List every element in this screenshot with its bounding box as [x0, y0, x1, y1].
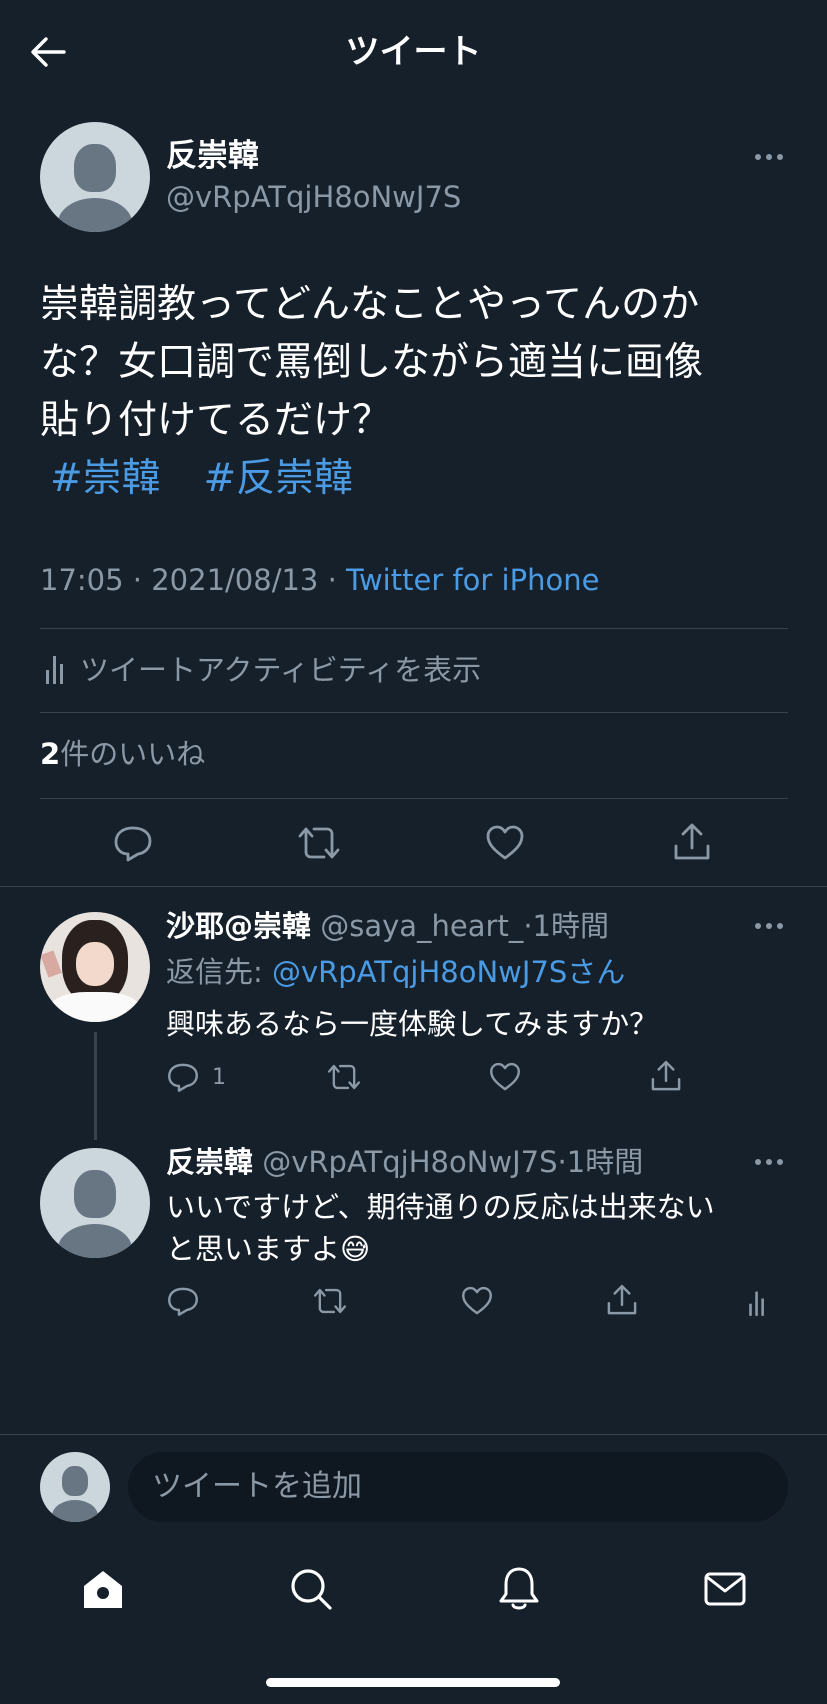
reply-text-line: と思いますよ😅: [166, 1232, 371, 1266]
page-title: ツイート: [345, 32, 482, 72]
heart-icon: [462, 1286, 492, 1315]
share-button[interactable]: [648, 1058, 684, 1094]
retweet-icon: [327, 1064, 361, 1090]
retweet-icon: [298, 827, 340, 859]
more-options-icon[interactable]: [755, 1157, 785, 1167]
more-options-icon[interactable]: [755, 152, 785, 162]
divider: [0, 886, 827, 887]
reply-button[interactable]: 1: [166, 1060, 226, 1094]
retweet-button[interactable]: [326, 1060, 362, 1094]
tweet-meta: 17:05 · 2021/08/13 · Twitter for iPhone: [40, 560, 599, 600]
like-button[interactable]: [488, 1060, 522, 1094]
meta-separator: ·: [327, 563, 337, 597]
home-icon: [84, 1571, 122, 1608]
reply-icon: [168, 1063, 198, 1092]
analytics-icon: [749, 1291, 764, 1316]
heart-icon: [490, 1062, 520, 1091]
retweet-button[interactable]: [296, 822, 342, 864]
author-display-name[interactable]: 反崇韓: [166, 136, 259, 176]
reply-text-line: いいですけど、期待通りの反応は出来ない: [166, 1190, 715, 1224]
likes-label: 件のいいね: [60, 737, 206, 771]
reply-avatar[interactable]: [40, 1148, 150, 1258]
likes-count: 2: [40, 737, 61, 771]
reply-display-name[interactable]: 反崇韓: [166, 1145, 253, 1179]
analytics-button[interactable]: [744, 1286, 770, 1318]
like-button[interactable]: [484, 822, 526, 864]
divider: [40, 798, 788, 799]
hashtag-line: #崇韓 #反崇韓: [40, 450, 800, 508]
thread-line: [94, 1032, 97, 1140]
mail-icon: [704, 1572, 746, 1606]
sweat-smile-emoji: 😅: [340, 1232, 371, 1266]
share-icon: [651, 1060, 681, 1091]
reply-icon: [168, 1287, 198, 1316]
tweet-text-line: 崇韓調教ってどんなことやってんのか: [40, 282, 700, 327]
tab-home[interactable]: [80, 1566, 126, 1612]
tweet-time: 17:05: [40, 563, 124, 597]
reply-header: 反崇韓 @vRpATqjH8oNwJ7S·1時間: [166, 1142, 643, 1182]
replying-to-handle[interactable]: @vRpATqjH8oNwJ7Sさん: [272, 955, 625, 989]
share-icon: [674, 823, 710, 860]
reply-composer-input[interactable]: ツイートを追加: [128, 1452, 788, 1522]
tweet-activity-link[interactable]: ツイートアクティビティを表示: [40, 646, 481, 690]
bell-icon: [499, 1567, 539, 1610]
tweet-activity-label: ツイートアクティビティを表示: [80, 653, 482, 687]
avatar[interactable]: [40, 122, 150, 232]
divider: [40, 628, 788, 629]
author-handle[interactable]: @vRpATqjH8oNwJ7S: [166, 178, 461, 216]
tab-messages[interactable]: [702, 1566, 748, 1612]
more-options-icon[interactable]: [755, 921, 785, 931]
home-indicator: [266, 1678, 560, 1687]
meta-separator: ·: [132, 563, 143, 597]
reply-handle[interactable]: @vRpATqjH8oNwJ7S: [262, 1145, 557, 1179]
analytics-icon: [46, 656, 63, 684]
reply-text: 興味あるなら一度体験してみますか？: [166, 1007, 659, 1041]
tweet-text-line: 貼り付けてるだけ？: [40, 398, 392, 443]
retweet-button[interactable]: [312, 1284, 348, 1318]
hashtag-link[interactable]: #崇韓: [50, 456, 161, 501]
tweet-text-line: な？女口調で罵倒しながら適当に画像: [40, 340, 704, 385]
likes-summary[interactable]: 2件のいいね: [40, 734, 205, 774]
reply-icon: [114, 826, 152, 862]
reply-button[interactable]: [166, 1284, 200, 1318]
reply-time: ·1時間: [557, 1145, 644, 1179]
share-button[interactable]: [604, 1282, 640, 1318]
share-button[interactable]: [670, 820, 714, 864]
reply-text: いいですけど、期待通りの反応は出来ない と思いますよ😅: [166, 1186, 715, 1270]
composer-avatar[interactable]: [40, 1452, 110, 1522]
heart-icon: [486, 825, 524, 860]
share-icon: [607, 1284, 637, 1315]
replying-to-label: 返信先:: [166, 955, 272, 989]
divider: [40, 712, 788, 713]
replying-to: 返信先: @vRpATqjH8oNwJ7Sさん: [166, 952, 625, 992]
reply-header: 沙耶@崇韓 @saya_heart_·1時間: [166, 906, 609, 946]
tweet-date: 2021/08/13: [151, 563, 319, 597]
tab-notifications[interactable]: [496, 1564, 542, 1612]
divider: [0, 1434, 827, 1435]
reply-time: ·1時間: [523, 909, 610, 943]
tweet-source-link[interactable]: Twitter for iPhone: [346, 563, 599, 597]
retweet-icon: [313, 1288, 347, 1314]
reply-display-name[interactable]: 沙耶@崇韓: [166, 909, 311, 943]
like-button[interactable]: [460, 1284, 494, 1318]
tab-search[interactable]: [288, 1566, 334, 1612]
hashtag-link[interactable]: #反崇韓: [204, 456, 354, 501]
reply-handle[interactable]: @saya_heart_: [320, 909, 523, 943]
reply-avatar[interactable]: [40, 912, 150, 1022]
tweet-text: 崇韓調教ってどんなことやってんのか な？女口調で罵倒しながら適当に画像 貼り付け…: [40, 276, 800, 508]
reply-button[interactable]: [112, 822, 154, 864]
search-icon: [291, 1569, 332, 1610]
reply-count: 1: [212, 1064, 226, 1090]
